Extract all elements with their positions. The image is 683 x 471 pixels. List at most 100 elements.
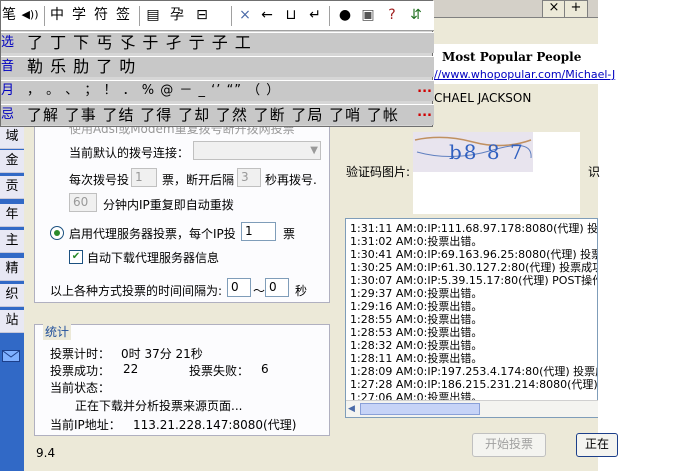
- dial-votes-input[interactable]: 1: [131, 168, 157, 187]
- redial-suffix: 秒再拨号.: [265, 173, 317, 187]
- scrollbar-thumb[interactable]: [360, 403, 480, 415]
- ime-row-key: 音: [1, 59, 15, 74]
- ime-more-icon[interactable]: ...: [417, 103, 432, 123]
- proxy-option-label[interactable]: 启用代理服务器投票，每个IP投: [69, 225, 236, 242]
- ime-chinese-toggle[interactable]: 中: [47, 5, 67, 25]
- dial-connection-select[interactable]: ▼: [193, 141, 321, 160]
- auto-download-checkbox[interactable]: ✔: [69, 250, 83, 264]
- log-line: 1:31:11 AM:0:IP:111.68.97.178:8080(代理) 投…: [350, 222, 598, 235]
- proxy-votes-input[interactable]: 1: [241, 222, 276, 241]
- toolbar-divider: [139, 6, 140, 26]
- chevron-down-icon: ▼: [310, 145, 318, 156]
- start-vote-button[interactable]: 开始投票: [472, 433, 546, 457]
- interval-from-input[interactable]: 0: [227, 278, 251, 297]
- ime-pin-icon[interactable]: 孕: [167, 5, 187, 25]
- sidebar-char: 金: [0, 150, 24, 173]
- ime-more-icon[interactable]: ...: [417, 79, 432, 99]
- stats-title: 统计: [43, 323, 72, 340]
- dial-every-label: 每次拨号投: [69, 173, 130, 187]
- sidebar-char: 主: [0, 230, 24, 253]
- ime-mode-icon[interactable]: 笔: [1, 5, 17, 25]
- scroll-left-icon[interactable]: ◀: [348, 403, 358, 415]
- sidebar-char: 站: [0, 310, 24, 333]
- interval-to-input[interactable]: 0: [265, 278, 289, 297]
- ime-candidate-row[interactable]: 音 勒 乐 肋 了 叻: [1, 56, 434, 77]
- close-tab-button[interactable]: ×: [542, 0, 566, 18]
- time-value: 0时 37分 21秒: [121, 347, 203, 361]
- ime-symbol-button[interactable]: 符: [91, 5, 111, 25]
- status-label: 当前状态：: [50, 381, 111, 395]
- ip-repeat-minutes-input[interactable]: 60: [69, 193, 97, 212]
- ime-voice-icon[interactable]: ◀)): [17, 5, 43, 25]
- ime-settings-icon[interactable]: ▣: [359, 5, 377, 25]
- fail-label: 投票失败：: [189, 364, 250, 378]
- sidebar-char: 织: [0, 284, 24, 307]
- ime-space-icon[interactable]: ⊔: [283, 5, 299, 25]
- status-value: 正在下载并分析投票来源页面...: [75, 399, 243, 413]
- page-header: Most Popular People //www.whopopular.com…: [432, 44, 615, 84]
- sidebar-char: 域: [0, 126, 24, 149]
- ime-backspace-icon[interactable]: ←: [259, 5, 275, 25]
- stats-panel: 统计 投票计时： 0时 37分 21秒 投票成功： 22 投票失败： 6 当前状…: [34, 323, 330, 436]
- dial-every-suffix: 票，断开后隔: [162, 173, 235, 187]
- sidebar-char: 精: [0, 258, 24, 281]
- log-line: 1:28:32 AM:0:投票出错。: [350, 339, 483, 352]
- ip-label: 当前IP地址：: [50, 418, 121, 432]
- log-line: 1:28:11 AM:0:投票出错。: [350, 352, 483, 365]
- ime-help-icon[interactable]: ?: [383, 5, 401, 25]
- page-url-link[interactable]: //www.whopopular.com/Michael-J: [434, 68, 615, 81]
- sidebar-char: 年: [0, 204, 24, 227]
- vote-settings-panel: 使用Adsl或Modem重复拨号断开拨网投票 当前默认的拨号连接： ▼ 每次拨号…: [34, 122, 330, 303]
- ime-candidates[interactable]: ， 。 、 ； ！ ． % @ － _ ‘’ “” （ ）: [27, 81, 280, 101]
- new-tab-button[interactable]: +: [564, 0, 588, 18]
- ip-repeat-suffix: 分钟内IP重复即自动重拨: [103, 198, 234, 212]
- log-line: 1:28:55 AM:0:投票出错。: [350, 313, 483, 326]
- log-line: 1:28:53 AM:0:投票出错。: [350, 326, 483, 339]
- ime-candidate-row[interactable]: 选 了 丁 下 丐 孓 于 孑 亍 子 工: [1, 32, 434, 53]
- log-line: 1:30:25 AM:0:IP:61.30.127.2:80(代理) 投票成功。: [350, 261, 598, 274]
- ime-candidate-row[interactable]: 忌 了解 了事 了结 了得 了却 了然 了断 了局 了哨 了帐 ...: [1, 104, 434, 125]
- dial-conn-label: 当前默认的拨号连接：: [69, 146, 190, 160]
- ime-delete-icon[interactable]: ×: [237, 5, 253, 25]
- interval-tilde: ～: [253, 284, 266, 298]
- ime-candidate-row[interactable]: 月 ， 。 、 ； ！ ． % @ － _ ‘’ “” （ ） ...: [1, 80, 434, 101]
- ime-enter-icon[interactable]: ↵: [307, 5, 323, 25]
- ime-doc-icon[interactable]: ▤: [143, 5, 163, 25]
- auto-download-label[interactable]: 自动下载代理服务器信息: [87, 249, 219, 266]
- mail-icon[interactable]: [2, 350, 20, 362]
- vote-log-list[interactable]: 1:31:11 AM:0:IP:111.68.97.178:8080(代理) 投…: [345, 218, 598, 418]
- ime-toolbar: 笔 ◀)) 中 学 符 签 ▤ 孕 ⊟ × ← ⊔ ↵ ● ▣ ? ⇵: [1, 1, 434, 31]
- captcha-label: 验证码图片:: [346, 165, 411, 179]
- success-label: 投票成功：: [50, 364, 111, 378]
- browser-tab-strip: × +: [432, 0, 598, 18]
- toolbar-divider: [329, 6, 330, 26]
- ime-candidates[interactable]: 了解 了事 了结 了得 了却 了然 了断 了局 了哨 了帐: [27, 105, 399, 125]
- fail-value: 6: [261, 362, 269, 376]
- celebrity-name: CHAEL JACKSON: [434, 91, 532, 105]
- redial-seconds-input[interactable]: 3: [237, 168, 261, 187]
- ime-candidates[interactable]: 勒 乐 肋 了 叻: [27, 57, 136, 77]
- proxy-radio[interactable]: [50, 226, 64, 240]
- log-line: 1:28:09 AM:0:IP:197.253.4.174:80(代理) 投票成…: [350, 365, 597, 378]
- captcha-image: b8 8 7: [413, 132, 533, 172]
- version-label: 9.4: [36, 446, 56, 460]
- log-horizontal-scrollbar[interactable]: ◀: [346, 400, 598, 417]
- ime-sign-button[interactable]: 签: [113, 5, 133, 25]
- success-value: 22: [123, 362, 139, 376]
- page-title: Most Popular People: [442, 50, 582, 64]
- log-line: 1:27:28 AM:0:IP:186.215.231.214:8080(代理)…: [350, 378, 598, 391]
- stop-vote-button[interactable]: 正在: [576, 433, 618, 457]
- ime-candidate-window: 笔 ◀)) 中 学 符 签 ▤ 孕 ⊟ × ← ⊔ ↵ ● ▣ ? ⇵ 选 了 …: [0, 0, 434, 127]
- toolbar-divider: [231, 6, 232, 26]
- ime-row-key: 忌: [1, 107, 15, 122]
- ime-row-key: 选: [1, 35, 15, 50]
- toolbar-divider: [44, 6, 45, 26]
- ime-learn-button[interactable]: 学: [69, 5, 89, 25]
- ime-candidates[interactable]: 了 丁 下 丐 孓 于 孑 亍 子 工: [27, 33, 252, 53]
- ime-fullwidth-icon[interactable]: ●: [337, 5, 353, 25]
- ime-layout-icon[interactable]: ⊟: [191, 5, 213, 25]
- captcha-right-label: 识: [588, 165, 601, 179]
- sidebar-char: 贡: [0, 176, 24, 199]
- interval-label: 以上各种方式投票的时间间隔为:: [50, 284, 223, 298]
- ime-switch-icon[interactable]: ⇵: [407, 5, 425, 25]
